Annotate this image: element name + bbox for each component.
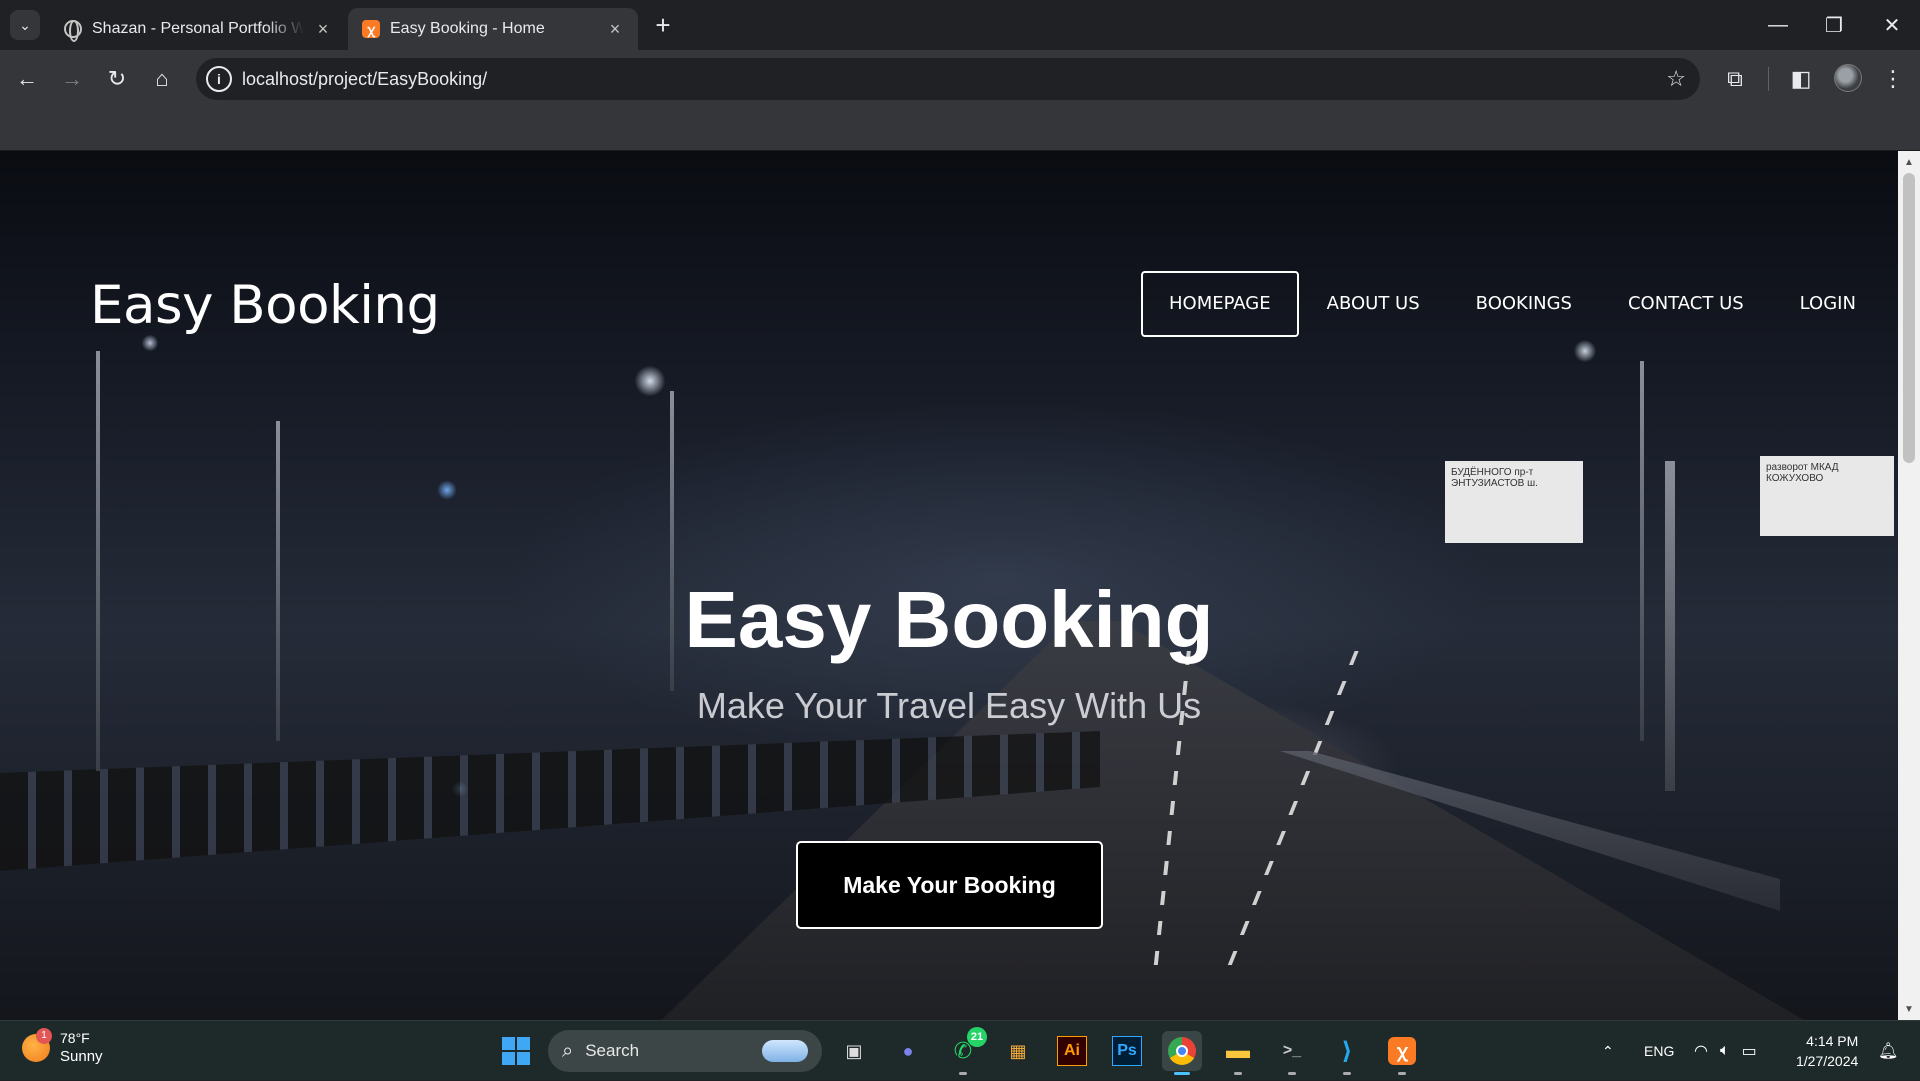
tab-strip: ⌄ Shazan - Personal Portfolio Website × … — [0, 0, 1920, 50]
volume-icon: 🔈︎ — [1719, 1042, 1730, 1059]
tray-overflow-icon[interactable]: ⌃ — [1602, 1021, 1614, 1081]
xampp-icon: ꭓ — [362, 20, 380, 38]
menu-kebab-icon[interactable]: ⋮ — [1876, 62, 1910, 96]
xampp-icon[interactable]: ꭓ — [1382, 1031, 1422, 1075]
profile-avatar[interactable] — [1834, 64, 1862, 92]
close-tab-icon[interactable]: × — [314, 19, 332, 40]
chrome-icon[interactable] — [1162, 1031, 1202, 1075]
scrollbar-thumb[interactable] — [1903, 173, 1915, 463]
microsoft-store-icon[interactable]: ▦ — [998, 1031, 1038, 1071]
tab-search-button[interactable]: ⌄ — [10, 10, 40, 40]
address-bar[interactable]: i localhost/project/EasyBooking/ ☆ — [196, 58, 1700, 100]
toolbar-divider — [1768, 67, 1769, 91]
tab-portfolio[interactable]: Shazan - Personal Portfolio Website × — [50, 8, 346, 50]
back-button[interactable]: ← — [10, 62, 44, 96]
notification-bell-icon[interactable]: 🔔︎ — [1878, 1021, 1898, 1081]
weather-temp: 78°F — [60, 1030, 90, 1046]
system-status-icons[interactable]: ◠ 🔈︎ ▭ — [1694, 1021, 1757, 1081]
hero-title: Easy Booking — [684, 575, 1214, 664]
windows-taskbar: 1 78°F Sunny ⌕ Search ▣ ● ✆ 21 ▦ Ai Ps ▬… — [0, 1020, 1920, 1080]
extensions-icon[interactable]: ⧉ — [1718, 62, 1752, 96]
road-sign: разворот МКАД КОЖУХОВО — [1760, 456, 1894, 536]
photoshop-icon[interactable]: Ps — [1107, 1031, 1147, 1071]
nav-contact-us[interactable]: CONTACT US — [1600, 271, 1772, 337]
whatsapp-icon[interactable]: ✆ 21 — [943, 1027, 987, 1075]
nav-homepage[interactable]: HOMEPAGE — [1141, 271, 1299, 337]
make-booking-button[interactable]: Make Your Booking — [796, 841, 1103, 929]
taskbar-search[interactable]: ⌕ Search — [548, 1030, 822, 1072]
new-tab-button[interactable]: + — [648, 8, 678, 42]
globe-icon — [64, 20, 82, 42]
bookmarks-bar — [0, 108, 1920, 151]
nav-login[interactable]: LOGIN — [1772, 271, 1884, 337]
forward-button[interactable]: → — [55, 62, 89, 96]
task-view-icon[interactable]: ▣ — [834, 1031, 874, 1071]
file-explorer-icon[interactable]: ▬ — [1218, 1031, 1258, 1075]
weather-badge: 1 — [36, 1027, 52, 1044]
battery-icon: ▭ — [1741, 1043, 1757, 1060]
tab-easy-booking[interactable]: ꭓ Easy Booking - Home × — [348, 8, 638, 50]
wifi-icon: ◠ — [1694, 1043, 1708, 1060]
home-button[interactable]: ⌂ — [145, 62, 179, 96]
restore-button[interactable]: ❐ — [1806, 0, 1862, 50]
reload-button[interactable]: ↻ — [100, 62, 134, 96]
road-sign-text: БУДЁННОГО пр-т ЭНТУЗИАСТОВ ш. — [1451, 467, 1538, 489]
tab-title: Easy Booking - Home — [390, 20, 545, 37]
whatsapp-badge: 21 — [967, 1027, 987, 1047]
page-scrollbar[interactable]: ▲ ▼ — [1898, 151, 1920, 1020]
vscode-icon[interactable]: ⟩ — [1327, 1031, 1367, 1075]
site-nav: HOMEPAGE ABOUT US BOOKINGS CONTACT US LO… — [1141, 271, 1884, 337]
tab-title: Shazan - Personal Portfolio Website — [92, 20, 304, 37]
road-sign-text: разворот МКАД КОЖУХОВО — [1766, 462, 1839, 484]
system-clock[interactable]: 4:14 PM 1/27/2024 — [1796, 1031, 1858, 1071]
close-window-button[interactable]: ✕ — [1864, 0, 1920, 50]
street-lamp-pole — [1640, 361, 1644, 741]
teams-meet-icon[interactable]: ● — [888, 1031, 928, 1071]
site-info-icon[interactable]: i — [206, 66, 232, 92]
nav-about-us[interactable]: ABOUT US — [1299, 271, 1448, 337]
taskbar-search-placeholder: Search — [585, 1041, 640, 1060]
search-icon: ⌕ — [562, 1039, 574, 1062]
weather-widget[interactable]: 1 78°F Sunny — [22, 1027, 103, 1066]
nav-bookings[interactable]: BOOKINGS — [1448, 271, 1600, 337]
hero-subtitle: Make Your Travel Easy With Us — [696, 685, 1202, 726]
sun-icon: 1 — [22, 1027, 52, 1062]
road-sign: БУДЁННОГО пр-т ЭНТУЗИАСТОВ ш. — [1445, 461, 1583, 543]
bookmark-star-icon[interactable]: ☆ — [1666, 58, 1686, 100]
close-tab-icon[interactable]: × — [606, 19, 624, 40]
url-text[interactable]: localhost/project/EasyBooking/ — [242, 58, 487, 100]
weather-condition: Sunny — [60, 1048, 103, 1065]
chevron-down-icon: ⌄ — [19, 16, 31, 33]
browser-toolbar: ← → ↻ ⌂ i localhost/project/EasyBooking/… — [0, 50, 1920, 108]
minimize-button[interactable]: — — [1750, 0, 1806, 50]
side-panel-icon[interactable]: ◧ — [1784, 62, 1818, 96]
windows-start-icon[interactable] — [502, 1037, 530, 1065]
illustrator-icon[interactable]: Ai — [1052, 1031, 1092, 1071]
terminal-icon[interactable]: >_ — [1272, 1031, 1312, 1075]
page-viewport: БУДЁННОГО пр-т ЭНТУЗИАСТОВ ш. разворот М… — [0, 151, 1898, 1020]
clock-time: 4:14 PM — [1806, 1033, 1859, 1049]
search-highlight-icon — [762, 1040, 808, 1062]
scroll-up-icon[interactable]: ▲ — [1898, 153, 1920, 171]
scroll-down-icon[interactable]: ▼ — [1898, 1000, 1920, 1018]
site-logo[interactable]: Easy Booking — [90, 275, 440, 336]
language-indicator[interactable]: ENG — [1644, 1021, 1674, 1081]
clock-date: 1/27/2024 — [1796, 1053, 1859, 1069]
